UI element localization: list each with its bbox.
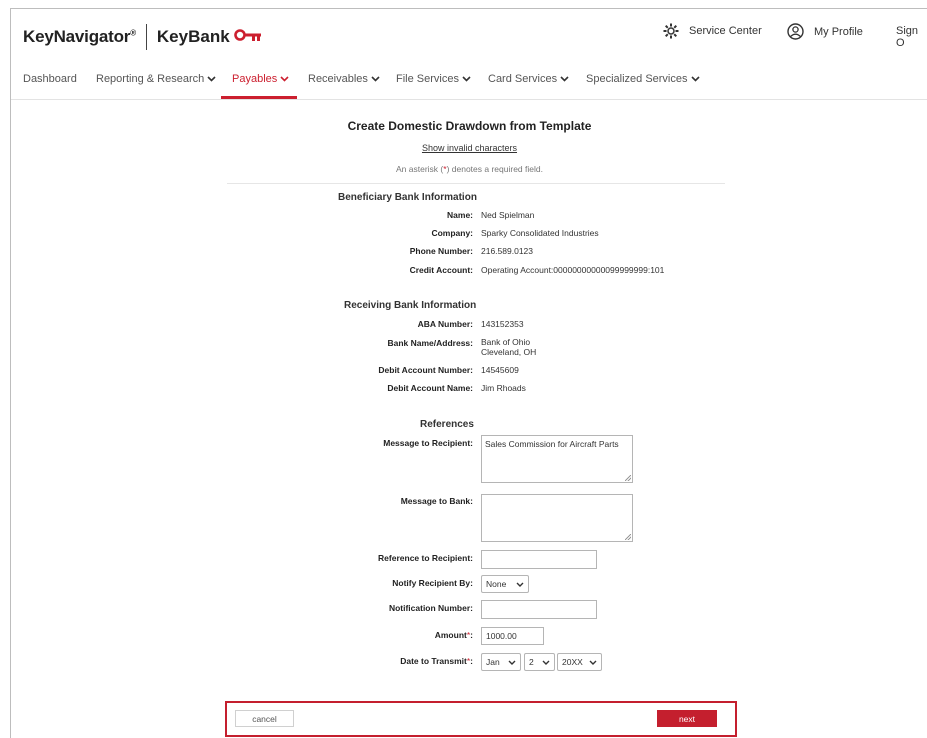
- next-button[interactable]: next: [657, 710, 717, 727]
- debit-account-number-label: Debit Account Number:: [378, 365, 473, 375]
- bank-name-label: Bank Name/Address:: [387, 338, 473, 348]
- chevron-down-icon: [508, 660, 516, 665]
- date-year-select[interactable]: 20XX: [557, 653, 602, 671]
- credit-account-value: Operating Account:00000000000099999999:1…: [481, 265, 665, 275]
- active-tab-indicator: [221, 96, 297, 99]
- my-profile-label: My Profile: [814, 25, 863, 38]
- nav-reporting-research[interactable]: Reporting & Research: [96, 73, 216, 85]
- beneficiary-section-title: Beneficiary Bank Information: [338, 192, 477, 203]
- resize-handle-icon[interactable]: [625, 475, 631, 481]
- references-section-title: References: [420, 419, 474, 430]
- logo-divider: [145, 24, 147, 50]
- nav-specialized-services[interactable]: Specialized Services: [586, 73, 700, 85]
- date-day-select[interactable]: 2: [524, 653, 555, 671]
- key-logo-icon: [233, 28, 262, 47]
- user-profile-icon: [787, 23, 804, 40]
- message-to-bank-textarea[interactable]: [481, 494, 633, 542]
- chevron-down-icon: [542, 660, 550, 665]
- message-to-recipient-label: Message to Recipient:: [383, 438, 473, 448]
- receiving-section-title: Receiving Bank Information: [344, 300, 477, 311]
- nav-payables[interactable]: Payables: [232, 73, 289, 85]
- chevron-down-icon: [516, 582, 524, 587]
- nav-card-services[interactable]: Card Services: [488, 73, 569, 85]
- reference-to-recipient-label: Reference to Recipient:: [378, 553, 473, 563]
- main-nav: Dashboard Reporting & Research Payables …: [11, 61, 927, 100]
- keybank-logo-text: KeyBank: [156, 27, 230, 46]
- page-title: Create Domestic Drawdown from Template: [347, 119, 592, 133]
- section-divider: [227, 183, 725, 184]
- bank-name-line2: Cleveland, OH: [481, 347, 537, 357]
- nav-dashboard[interactable]: Dashboard: [23, 73, 77, 85]
- nav-reporting-label: Reporting & Research: [96, 73, 205, 85]
- nav-file-services[interactable]: File Services: [396, 73, 471, 85]
- reference-to-recipient-input[interactable]: [481, 550, 597, 569]
- date-day-value: 2: [529, 657, 534, 667]
- amount-input[interactable]: 1000.00: [481, 627, 544, 645]
- nav-dashboard-label: Dashboard: [23, 73, 77, 85]
- date-year-value: 20XX: [562, 657, 583, 667]
- nav-receivables[interactable]: Receivables: [308, 73, 380, 85]
- sign-out-label: Sign O: [896, 25, 919, 49]
- notification-number-label: Notification Number:: [388, 603, 473, 613]
- debit-account-number-value: 14545609: [481, 365, 519, 375]
- credit-account-label: Credit Account:: [409, 265, 473, 275]
- chevron-down-icon: [589, 660, 597, 665]
- keynavigator-logo-text: KeyNavigator®: [23, 27, 136, 46]
- company-label: Company:: [431, 228, 473, 238]
- name-label: Name:: [447, 210, 473, 220]
- name-value: Ned Spielman: [481, 210, 535, 220]
- nav-card-services-label: Card Services: [488, 73, 558, 85]
- service-center-label: Service Center: [689, 25, 762, 37]
- chevron-down-icon: [280, 76, 289, 82]
- sign-out-link[interactable]: Sign O: [896, 25, 927, 49]
- date-month-value: Jan: [486, 657, 500, 667]
- chevron-down-icon: [207, 76, 216, 82]
- service-center-link[interactable]: Service Center: [663, 23, 762, 39]
- nav-payables-label: Payables: [232, 73, 278, 85]
- cancel-button[interactable]: cancel: [235, 710, 294, 727]
- company-value: Sparky Consolidated Industries: [481, 228, 599, 238]
- chevron-down-icon: [560, 76, 569, 82]
- phone-value: 216.589.0123: [481, 246, 533, 256]
- required-field-note: An asterisk (*) denotes a required field…: [396, 164, 543, 174]
- nav-specialized-services-label: Specialized Services: [586, 73, 688, 85]
- nav-receivables-label: Receivables: [308, 73, 368, 85]
- notify-recipient-label: Notify Recipient By:: [392, 578, 473, 588]
- show-invalid-characters-link[interactable]: Show invalid characters: [11, 143, 927, 153]
- message-to-bank-label: Message to Bank:: [400, 496, 473, 506]
- notify-recipient-select[interactable]: None: [481, 575, 529, 593]
- chevron-down-icon: [462, 76, 471, 82]
- top-header: KeyNavigator® KeyBank Service Center My …: [11, 9, 927, 59]
- aba-value: 143152353: [481, 319, 524, 329]
- app-frame: KeyNavigator® KeyBank Service Center My …: [10, 8, 927, 738]
- resize-handle-icon[interactable]: [625, 534, 631, 540]
- amount-value: 1000.00: [486, 631, 517, 641]
- bank-name-line1: Bank of Ohio: [481, 337, 531, 347]
- phone-label: Phone Number:: [409, 246, 473, 256]
- amount-label: Amount*:: [434, 630, 473, 640]
- notification-number-input[interactable]: [481, 600, 597, 619]
- gear-icon: [663, 23, 679, 39]
- my-profile-link[interactable]: My Profile: [787, 23, 863, 40]
- debit-account-name-value: Jim Rhoads: [481, 383, 526, 393]
- chevron-down-icon: [371, 76, 380, 82]
- date-to-transmit-label: Date to Transmit*:: [400, 656, 473, 666]
- debit-account-name-label: Debit Account Name:: [387, 383, 473, 393]
- aba-label: ABA Number:: [417, 319, 473, 329]
- notify-recipient-value: None: [486, 579, 507, 589]
- nav-file-services-label: File Services: [396, 73, 459, 85]
- message-to-recipient-value: Sales Commission for Aircraft Parts: [485, 439, 619, 449]
- chevron-down-icon: [690, 76, 700, 82]
- brand-logo[interactable]: KeyNavigator® KeyBank: [23, 24, 262, 50]
- date-month-select[interactable]: Jan: [481, 653, 521, 671]
- message-to-recipient-textarea[interactable]: Sales Commission for Aircraft Parts: [481, 435, 633, 483]
- form-actions-bar: cancel next: [225, 701, 737, 737]
